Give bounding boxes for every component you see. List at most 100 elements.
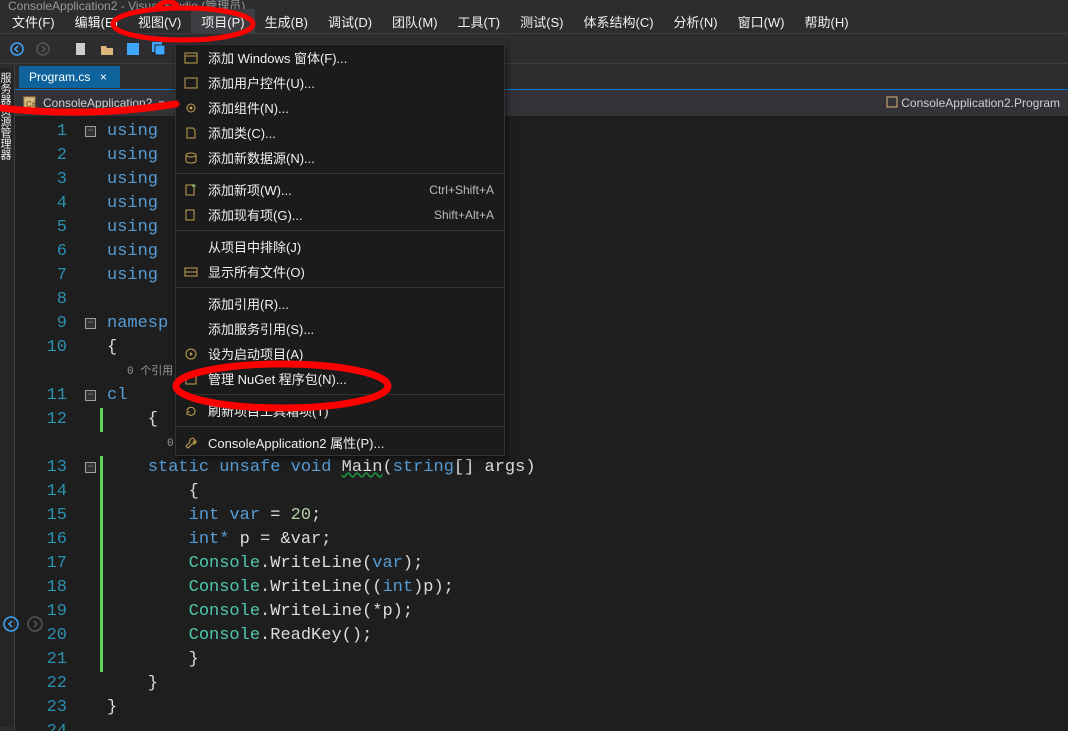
code-text[interactable]: 0 个引用 <box>103 360 173 384</box>
code-line[interactable]: 10{ <box>15 336 1068 360</box>
fold-gutter[interactable] <box>85 648 103 672</box>
code-line[interactable]: 1−using <box>15 120 1068 144</box>
code-line[interactable]: 5using <box>15 216 1068 240</box>
menu-编辑(E)[interactable]: 编辑(E) <box>65 9 128 34</box>
menu-item[interactable]: 从项目中排除(J) <box>176 234 504 259</box>
code-line[interactable]: 12 { <box>15 408 1068 432</box>
code-text[interactable]: cl <box>103 384 127 408</box>
code-text[interactable]: int* p = &var; <box>103 528 331 552</box>
menu-item[interactable]: 刷新项目工具箱项(T) <box>176 398 504 423</box>
save-all-icon[interactable] <box>148 38 170 60</box>
fold-gutter[interactable] <box>85 360 103 384</box>
code-line[interactable]: 14 { <box>15 480 1068 504</box>
menu-item[interactable]: 添加现有项(G)...Shift+Alt+A <box>176 202 504 227</box>
code-line[interactable]: 7using <box>15 264 1068 288</box>
fold-gutter[interactable] <box>85 264 103 288</box>
menu-视图(V)[interactable]: 视图(V) <box>128 9 191 34</box>
fold-gutter[interactable] <box>85 144 103 168</box>
fold-gutter[interactable]: − <box>85 312 103 336</box>
code-text[interactable]: using <box>103 120 158 144</box>
nav-back-icon[interactable] <box>6 38 28 60</box>
fold-minus-icon[interactable]: − <box>85 390 96 401</box>
code-line[interactable]: 16 int* p = &var; <box>15 528 1068 552</box>
code-line[interactable]: 0 个引用 <box>15 360 1068 384</box>
fold-gutter[interactable]: − <box>85 384 103 408</box>
fold-gutter[interactable] <box>85 168 103 192</box>
fold-gutter[interactable] <box>85 600 103 624</box>
code-line[interactable]: 23} <box>15 696 1068 720</box>
menu-帮助(H)[interactable]: 帮助(H) <box>795 9 859 34</box>
fold-minus-icon[interactable]: − <box>85 462 96 473</box>
code-text[interactable]: namesp <box>103 312 168 336</box>
fold-gutter[interactable] <box>85 408 103 432</box>
code-text[interactable]: { <box>103 480 199 504</box>
menu-生成(B)[interactable]: 生成(B) <box>255 9 318 34</box>
code-line[interactable]: 21 } <box>15 648 1068 672</box>
code-text[interactable]: using <box>103 216 158 240</box>
code-text[interactable]: static unsafe void Main(string[] args) <box>103 456 536 480</box>
code-text[interactable] <box>103 720 107 731</box>
menu-item[interactable]: 添加用户控件(U)... <box>176 70 504 95</box>
code-line[interactable]: 0 个引用 <box>15 432 1068 456</box>
menu-item[interactable]: ConsoleApplication2 属性(P)... <box>176 430 504 455</box>
menu-item[interactable]: 添加类(C)... <box>176 120 504 145</box>
fold-gutter[interactable] <box>85 336 103 360</box>
code-line[interactable]: 18 Console.WriteLine((int)p); <box>15 576 1068 600</box>
menu-文件(F)[interactable]: 文件(F) <box>2 9 65 34</box>
code-line[interactable]: 13− static unsafe void Main(string[] arg… <box>15 456 1068 480</box>
code-line[interactable]: 4using <box>15 192 1068 216</box>
code-text[interactable]: Console.WriteLine(var); <box>103 552 423 576</box>
menu-item[interactable]: 设为启动项目(A) <box>176 341 504 366</box>
menu-item[interactable]: 添加新项(W)...Ctrl+Shift+A <box>176 177 504 202</box>
code-text[interactable]: int var = 20; <box>103 504 321 528</box>
breadcrumb-right[interactable]: ConsoleApplication2.Program <box>886 96 1060 110</box>
menu-分析(N)[interactable]: 分析(N) <box>664 9 728 34</box>
menu-item[interactable]: 添加引用(R)... <box>176 291 504 316</box>
code-line[interactable]: 15 int var = 20; <box>15 504 1068 528</box>
code-text[interactable]: Console.ReadKey(); <box>103 624 372 648</box>
code-line[interactable]: 22 } <box>15 672 1068 696</box>
code-text[interactable]: using <box>103 192 158 216</box>
save-icon[interactable] <box>122 38 144 60</box>
menu-item[interactable]: 添加组件(N)... <box>176 95 504 120</box>
fold-gutter[interactable] <box>85 216 103 240</box>
fold-gutter[interactable] <box>85 624 103 648</box>
fold-gutter[interactable] <box>85 288 103 312</box>
new-file-icon[interactable] <box>70 38 92 60</box>
code-text[interactable]: Console.WriteLine((int)p); <box>103 576 454 600</box>
fold-minus-icon[interactable]: − <box>85 126 96 137</box>
code-text[interactable]: } <box>103 648 199 672</box>
code-line[interactable]: 9−namesp <box>15 312 1068 336</box>
menu-团队(M)[interactable]: 团队(M) <box>382 9 448 34</box>
fold-gutter[interactable] <box>85 696 103 720</box>
fold-gutter[interactable] <box>85 504 103 528</box>
code-line[interactable]: 17 Console.WriteLine(var); <box>15 552 1068 576</box>
fold-gutter[interactable] <box>85 528 103 552</box>
code-text[interactable]: Console.WriteLine(*p); <box>103 600 413 624</box>
menu-item[interactable]: 添加服务引用(S)... <box>176 316 504 341</box>
code-line[interactable]: 24 <box>15 720 1068 731</box>
code-text[interactable]: { <box>103 408 158 432</box>
menu-测试(S)[interactable]: 测试(S) <box>510 9 573 34</box>
menu-item[interactable]: 管理 NuGet 程序包(N)... <box>176 366 504 391</box>
menu-item[interactable]: 显示所有文件(O) <box>176 259 504 284</box>
menu-项目(P)[interactable]: 项目(P) <box>191 9 254 34</box>
code-text[interactable]: using <box>103 144 158 168</box>
fold-gutter[interactable] <box>85 576 103 600</box>
code-text[interactable]: } <box>103 672 158 696</box>
close-icon[interactable]: × <box>96 70 110 84</box>
menu-item[interactable]: 添加 Windows 窗体(F)... <box>176 45 504 70</box>
code-text[interactable]: using <box>103 240 158 264</box>
menu-窗口(W)[interactable]: 窗口(W) <box>728 9 795 34</box>
fold-gutter[interactable] <box>85 720 103 731</box>
code-editor[interactable]: 1−using2using3using4using5using6using7us… <box>15 116 1068 731</box>
fold-gutter[interactable] <box>85 480 103 504</box>
code-text[interactable] <box>103 288 107 312</box>
breadcrumb[interactable]: C# ConsoleApplication2 ▾ ConsoleApplicat… <box>15 90 1068 116</box>
code-line[interactable]: 11−cl <box>15 384 1068 408</box>
code-line[interactable]: 3using <box>15 168 1068 192</box>
code-text[interactable]: using <box>103 168 158 192</box>
code-line[interactable]: 19 Console.WriteLine(*p); <box>15 600 1068 624</box>
code-line[interactable]: 8 <box>15 288 1068 312</box>
code-text[interactable]: using <box>103 264 158 288</box>
